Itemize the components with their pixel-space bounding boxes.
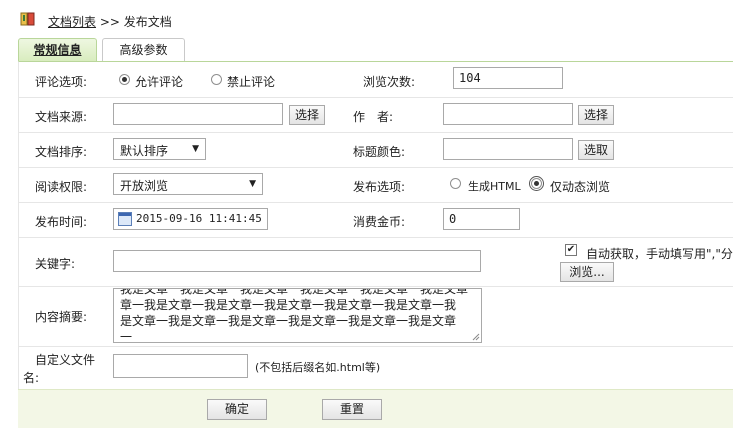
resize-handle-icon[interactable] [472,333,480,341]
views-input[interactable]: 104 [453,67,563,89]
comment-label: 评论选项: [35,75,88,89]
breadcrumb-separator: >> [99,15,120,29]
keywords-input[interactable] [113,250,481,272]
comment-allow-radio[interactable] [119,74,130,85]
source-label: 文档来源: [35,110,88,124]
keywords-label: 关键字: [35,257,76,271]
summary-line: 章一我是文章一我是文章一我是文章一我是文章一我是文章一我 [120,298,457,312]
book-icon [20,12,35,26]
sort-select[interactable]: 默认排序 ▼ [113,138,206,160]
row-custom-filename: 自定义文件 名: (不包括后缀名如.html等) [18,346,733,389]
confirm-button[interactable]: 确定 [207,399,267,420]
form-footer: 确定 重置 [18,389,733,428]
publish-html-radio[interactable] [450,178,461,189]
summary-line: 是文章一我是文章一我是文章一我是文章一我是文章一我是文章 [120,314,457,328]
source-select-button[interactable]: 选择 [289,105,325,125]
color-pick-button[interactable]: 选取 [578,140,614,160]
publish-time-input[interactable]: 2015-09-16 11:41:45 [113,208,268,230]
publish-dynamic-radio[interactable] [529,176,544,191]
tab-general[interactable]: 常规信息 [18,38,97,62]
custom-file-label: 自定义文件 [35,353,96,367]
views-label: 浏览次数: [363,75,416,89]
sort-select-value: 默认排序 [120,144,169,158]
row-read-publish: 阅读权限: 开放浏览 ▼ 发布选项: 生成HTML 仅动态浏览 [18,167,733,203]
breadcrumb-doc-list-link[interactable]: 文档列表 [48,15,96,29]
coin-label: 消费金币: [353,215,406,229]
custom-file-label-cont: 名: [23,371,40,385]
time-label: 发布时间: [35,215,88,229]
summary-line: 我是文章一我是文章一我是文章一我是文章一我是文章一我是文章 [120,288,469,296]
breadcrumb: 文档列表 >> 发布文档 [0,0,733,38]
calendar-icon[interactable] [118,212,132,226]
tab-bar: 常规信息 高级参数 [18,38,733,62]
title-color-label: 标题颜色: [353,145,406,159]
sort-label: 文档排序: [35,145,88,159]
summary-textarea[interactable]: 我是文章一我是文章一我是文章一我是文章一我是文章一我是文章 章一我是文章一我是文… [113,288,482,343]
read-permission-value: 开放浏览 [120,179,169,193]
browse-button[interactable]: 浏览... [560,262,614,282]
read-permission-select[interactable]: 开放浏览 ▼ [113,173,263,195]
summary-line: 一 [120,330,133,343]
publish-label: 发布选项: [353,180,406,194]
publish-dynamic-label: 仅动态浏览 [550,180,611,194]
row-sort-color: 文档排序: 默认排序 ▼ 标题颜色: 选取 [18,132,733,168]
comment-allow-label: 允许评论 [135,75,184,89]
row-keywords: 关键字: ✔ 自动获取，手动填写用","分 浏览... [18,237,733,287]
publish-html-label: 生成HTML [468,180,521,193]
custom-file-hint: (不包括后缀名如.html等) [255,361,381,374]
comment-deny-radio[interactable] [211,74,222,85]
coin-input[interactable]: 0 [443,208,520,230]
row-summary: 内容摘要: 我是文章一我是文章一我是文章一我是文章一我是文章一我是文章 章一我是… [18,286,733,347]
auto-fetch-label: 自动获取，手动填写用","分 [586,247,733,261]
author-label: 作 者: [353,110,394,124]
breadcrumb-current: 发布文档 [123,15,172,29]
comment-deny-label: 禁止评论 [227,75,276,89]
row-comment-options: 评论选项: 允许评论 禁止评论 浏览次数: 104 [18,62,733,98]
tab-advanced[interactable]: 高级参数 [102,38,185,61]
auto-fetch-checkbox[interactable]: ✔ [565,244,577,256]
dropdown-arrow-icon: ▼ [192,144,199,154]
read-label: 阅读权限: [35,180,88,194]
custom-filename-input[interactable] [113,354,248,378]
publish-time-value: 2015-09-16 11:41:45 [136,212,262,225]
reset-button[interactable]: 重置 [322,399,382,420]
title-color-input[interactable] [443,138,573,160]
author-input[interactable] [443,103,573,125]
author-select-button[interactable]: 选择 [578,105,614,125]
dropdown-arrow-icon: ▼ [249,179,256,189]
summary-label: 内容摘要: [35,310,88,324]
source-input[interactable] [113,103,283,125]
row-source-author: 文档来源: 选择 作 者: 选择 [18,97,733,133]
row-time-coins: 发布时间: 2015-09-16 11:41:45 消费金币: 0 [18,202,733,238]
